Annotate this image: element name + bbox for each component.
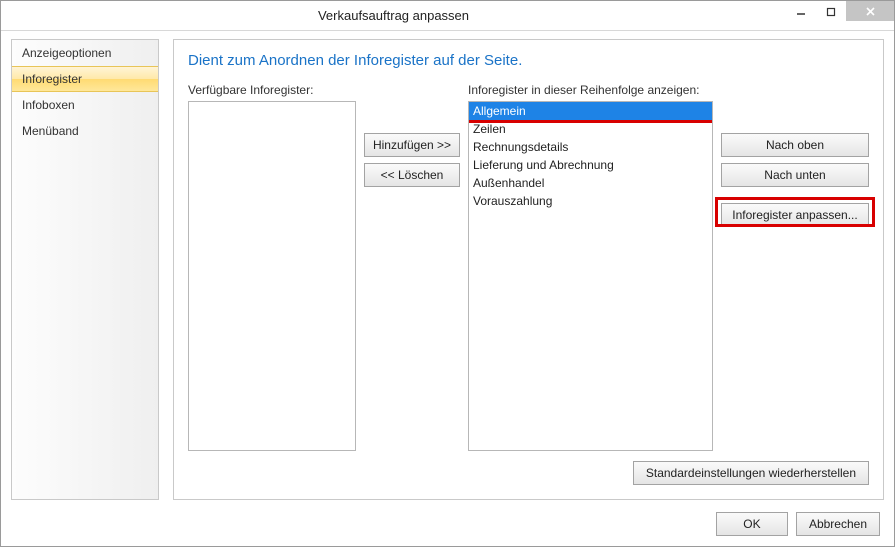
list-item[interactable]: Außenhandel [469,174,712,192]
minimize-icon [796,7,806,17]
ordered-column: Inforegister in dieser Reihenfolge anzei… [468,83,713,451]
move-down-button[interactable]: Nach unten [721,163,869,187]
list-item[interactable]: Rechnungsdetails [469,138,712,156]
restore-defaults-button[interactable]: Standardeinstellungen wiederherstellen [633,461,869,485]
nav-item-anzeigeoptionen[interactable]: Anzeigeoptionen [12,40,158,66]
ordered-listbox[interactable]: AllgemeinZeilenRechnungsdetailsLieferung… [468,101,713,451]
add-button[interactable]: Hinzufügen >> [364,133,460,157]
dialog-buttons: OK Abbrechen [716,512,880,536]
customize-inforegister-button[interactable]: Inforegister anpassen... [721,203,869,227]
ok-button[interactable]: OK [716,512,788,536]
content: AnzeigeoptionenInforegisterInfoboxenMenü… [11,39,884,500]
available-listbox[interactable] [188,101,356,451]
customize-highlight: Inforegister anpassen... [721,203,869,227]
window-title: Verkaufsauftrag anpassen [1,8,786,23]
list-item[interactable]: Lieferung und Abrechnung [469,156,712,174]
maximize-icon [826,7,836,17]
available-label: Verfügbare Inforegister: [188,83,356,97]
nav-item-inforegister[interactable]: Inforegister [12,66,158,92]
close-icon [865,6,876,17]
maximize-button[interactable] [816,1,846,23]
ordered-label: Inforegister in dieser Reihenfolge anzei… [468,83,713,97]
close-button[interactable] [846,1,894,21]
window-controls [786,1,894,30]
nav-item-infoboxen[interactable]: Infoboxen [12,92,158,118]
list-item[interactable]: Vorauszahlung [469,192,712,210]
list-item[interactable]: Allgemein [469,102,712,120]
reorder-buttons: Nach oben Nach unten Inforegister anpass… [721,83,869,451]
main-heading: Dient zum Anordnen der Inforegister auf … [188,52,869,69]
titlebar: Verkaufsauftrag anpassen [1,1,894,31]
list-item[interactable]: Zeilen [469,120,712,138]
cancel-button[interactable]: Abbrechen [796,512,880,536]
restore-row: Standardeinstellungen wiederherstellen [188,461,869,485]
nav-panel: AnzeigeoptionenInforegisterInfoboxenMenü… [11,39,159,500]
columns: Verfügbare Inforegister: Hinzufügen >> <… [188,83,869,451]
available-column: Verfügbare Inforegister: [188,83,356,451]
minimize-button[interactable] [786,1,816,23]
remove-button[interactable]: << Löschen [364,163,460,187]
main-panel: Dient zum Anordnen der Inforegister auf … [173,39,884,500]
transfer-buttons: Hinzufügen >> << Löschen [364,83,460,451]
nav-item-men-band[interactable]: Menüband [12,118,158,144]
move-up-button[interactable]: Nach oben [721,133,869,157]
